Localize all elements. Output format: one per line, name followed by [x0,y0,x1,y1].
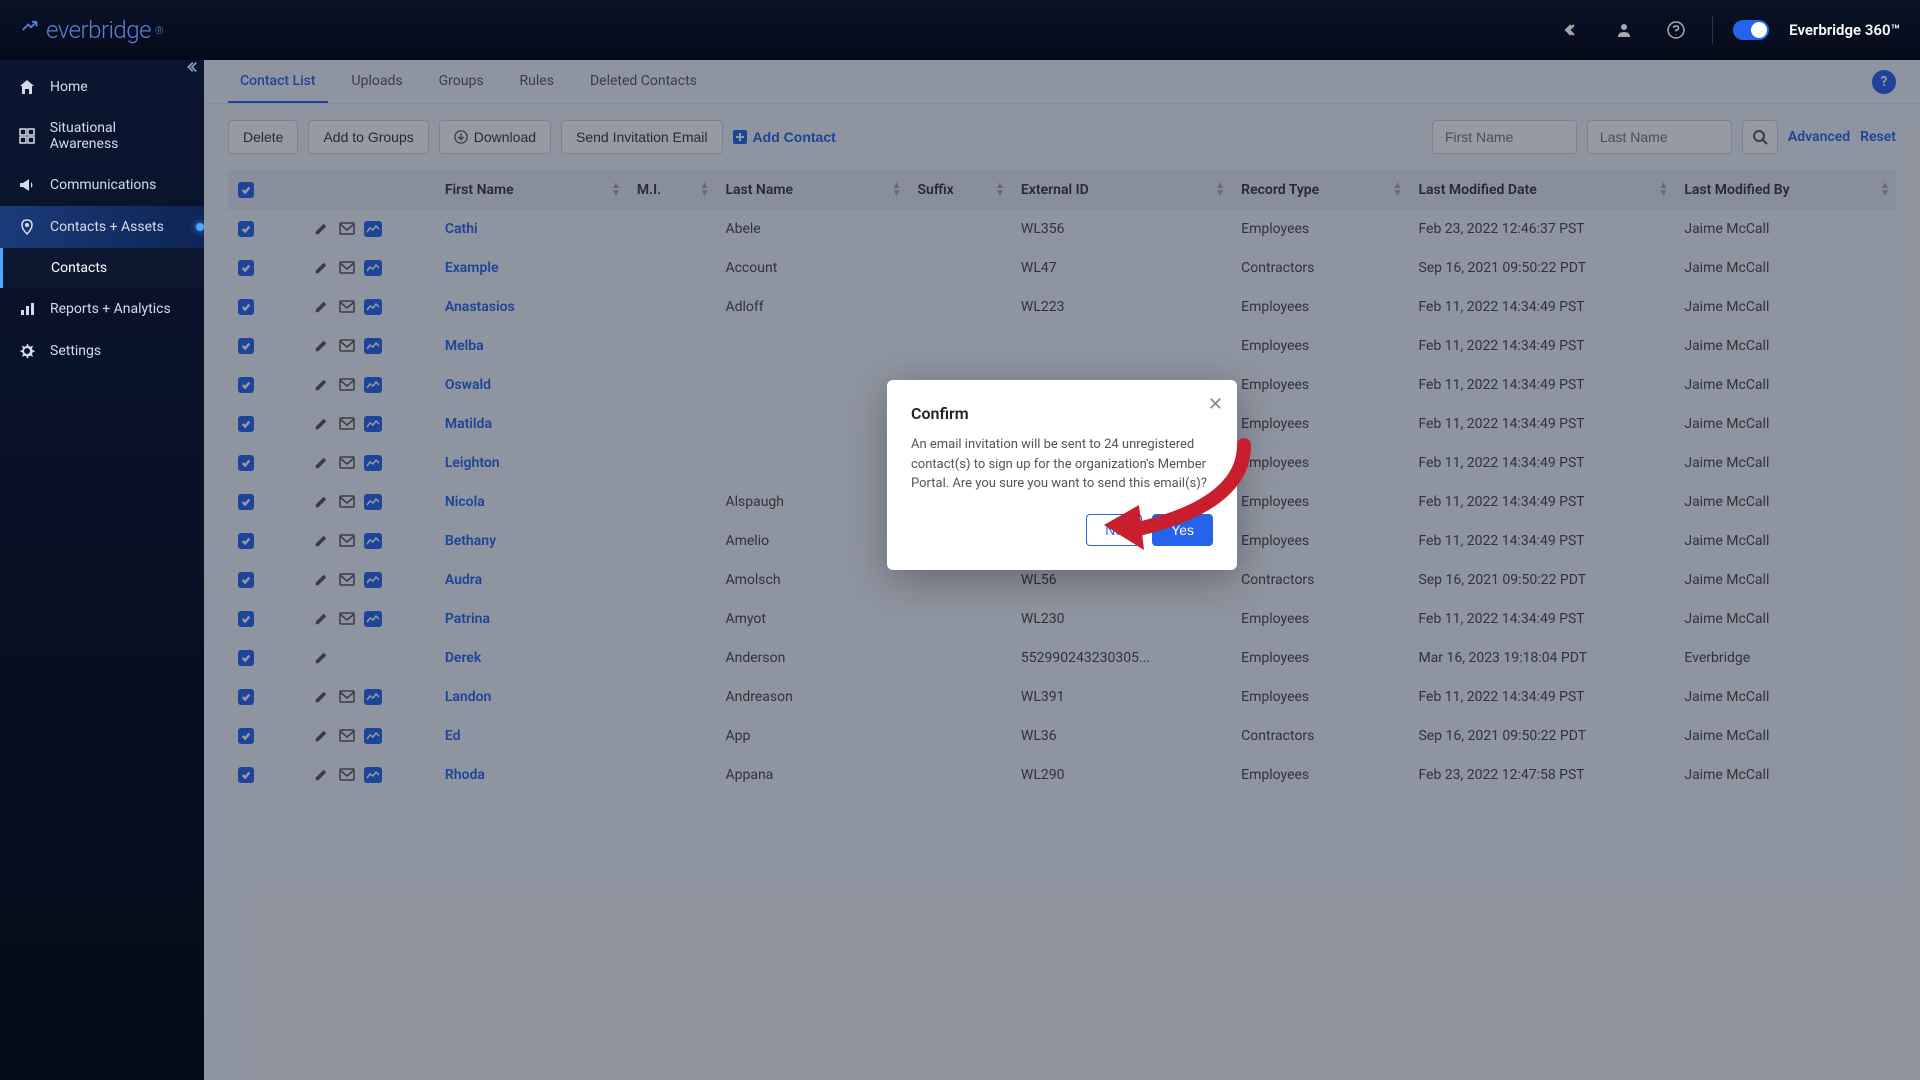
sidebar-item-communications[interactable]: Communications [0,164,204,206]
sidebar-item-home[interactable]: Home [0,66,204,108]
content: Contact ListUploadsGroupsRulesDeleted Co… [204,60,1920,1080]
topbar: everbridge® Everbridge 360™ [0,0,1920,60]
home-icon [18,78,36,96]
sidebar-sub-contacts[interactable]: Contacts [0,248,204,288]
modal-body: An email invitation will be sent to 24 u… [911,435,1213,494]
suite-label: Everbridge 360™ [1789,21,1900,39]
sidebar: HomeSituational AwarenessCommunicationsC… [0,60,204,1080]
no-button[interactable]: No [1086,514,1142,546]
yes-button[interactable]: Yes [1152,514,1213,546]
modal-overlay: ✕ Confirm An email invitation will be se… [204,60,1920,1080]
chart-icon [18,300,36,318]
suite-toggle[interactable] [1733,20,1769,40]
sidebar-item-reports-analytics[interactable]: Reports + Analytics [0,288,204,330]
help-icon[interactable] [1660,14,1692,46]
sidebar-item-contacts-assets[interactable]: Contacts + Assets [0,206,204,248]
gear-icon [18,342,36,360]
modal-title: Confirm [911,404,1213,423]
dashboard-icon [18,127,36,145]
brand-name: everbridge [46,16,151,44]
collapse-icon[interactable] [1556,14,1588,46]
sidebar-collapse-icon[interactable] [184,60,198,78]
sidebar-item-situational-awareness[interactable]: Situational Awareness [0,108,204,164]
user-icon[interactable] [1608,14,1640,46]
pin-icon [18,218,36,236]
logo: everbridge® [20,16,163,44]
close-icon[interactable]: ✕ [1208,394,1223,415]
sidebar-item-settings[interactable]: Settings [0,330,204,372]
megaphone-icon [18,176,36,194]
confirm-modal: ✕ Confirm An email invitation will be se… [887,380,1237,570]
